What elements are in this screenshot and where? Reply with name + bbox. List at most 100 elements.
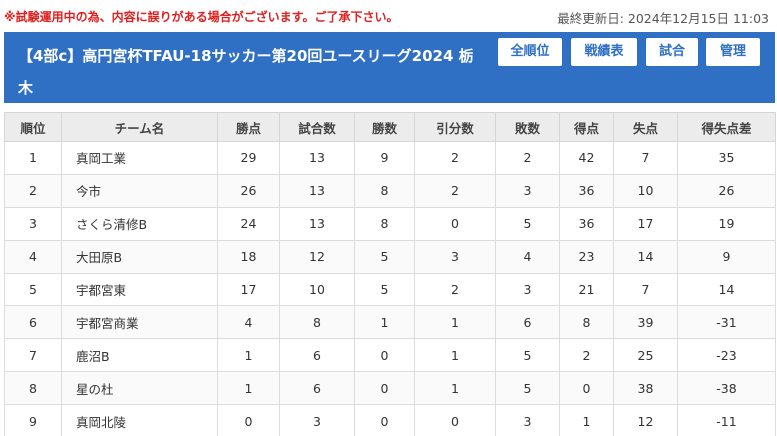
cell-team-name[interactable]: 鹿沼B bbox=[61, 338, 218, 373]
admin-button[interactable]: 管理 bbox=[706, 38, 760, 66]
table-row: 7 鹿沼B 1 6 0 1 5 2 25 -23 bbox=[4, 338, 776, 373]
cell-points: 0 bbox=[217, 404, 280, 436]
cell-played: 12 bbox=[279, 239, 355, 274]
cell-draws: 1 bbox=[414, 338, 496, 373]
cell-goals-against: 38 bbox=[613, 371, 678, 406]
cell-goals-for: 8 bbox=[559, 305, 614, 340]
col-team[interactable]: チーム名 bbox=[61, 112, 218, 142]
cell-goal-diff: 19 bbox=[677, 206, 776, 241]
table-header-row: 順位 チーム名 勝点 試合数 勝数 引分数 敗数 得点 失点 得失点差 bbox=[4, 112, 776, 142]
col-points[interactable]: 勝点 bbox=[217, 112, 280, 142]
cell-goal-diff: -11 bbox=[677, 404, 776, 436]
cell-points: 24 bbox=[217, 206, 280, 241]
col-goal-diff[interactable]: 得失点差 bbox=[677, 112, 776, 142]
cell-goal-diff: 9 bbox=[677, 239, 776, 274]
league-header: 【4部c】高円宮杯TFAU-18サッカー第20回ユースリーグ2024 栃木 全順… bbox=[4, 32, 775, 103]
cell-played: 6 bbox=[279, 338, 355, 373]
cell-wins: 8 bbox=[354, 206, 415, 241]
cell-points: 26 bbox=[217, 173, 280, 208]
col-goals-against[interactable]: 失点 bbox=[613, 112, 678, 142]
standings-table-wrap: 順位 チーム名 勝点 試合数 勝数 引分数 敗数 得点 失点 得失点差 1 真岡工… bbox=[4, 112, 776, 436]
cell-goals-against: 25 bbox=[613, 338, 678, 373]
cell-team-name[interactable]: 真岡工業 bbox=[61, 141, 218, 175]
cell-rank: 1 bbox=[4, 141, 62, 175]
table-row: 8 星の杜 1 6 0 1 5 0 38 -38 bbox=[4, 371, 776, 406]
standings-body: 1 真岡工業 29 13 9 2 2 42 7 35 2 今市 26 13 8 2 3 36 10 26 3 さくら清修B… bbox=[4, 141, 776, 436]
cell-wins: 5 bbox=[354, 239, 415, 274]
cell-rank: 6 bbox=[4, 305, 62, 340]
cell-points: 1 bbox=[217, 338, 280, 373]
table-row: 2 今市 26 13 8 2 3 36 10 26 bbox=[4, 173, 776, 208]
col-played[interactable]: 試合数 bbox=[279, 112, 355, 142]
cell-team-name[interactable]: 宇都宮商業 bbox=[61, 305, 218, 340]
cell-goal-diff: 35 bbox=[677, 141, 776, 175]
cell-played: 13 bbox=[279, 173, 355, 208]
table-row: 4 大田原B 18 12 5 3 4 23 14 9 bbox=[4, 239, 776, 274]
cell-goals-against: 12 bbox=[613, 404, 678, 436]
cell-goals-against: 14 bbox=[613, 239, 678, 274]
cell-draws: 0 bbox=[414, 404, 496, 436]
cell-goal-diff: -38 bbox=[677, 371, 776, 406]
cell-goals-against: 7 bbox=[613, 141, 678, 175]
cell-played: 13 bbox=[279, 141, 355, 175]
cell-losses: 6 bbox=[495, 305, 560, 340]
cell-wins: 1 bbox=[354, 305, 415, 340]
cell-goals-for: 1 bbox=[559, 404, 614, 436]
cell-played: 8 bbox=[279, 305, 355, 340]
col-goals-for[interactable]: 得点 bbox=[559, 112, 614, 142]
cell-goals-for: 0 bbox=[559, 371, 614, 406]
cell-team-name[interactable]: 大田原B bbox=[61, 239, 218, 274]
cell-goals-for: 2 bbox=[559, 338, 614, 373]
cell-wins: 9 bbox=[354, 141, 415, 175]
cell-draws: 2 bbox=[414, 141, 496, 175]
cell-goals-for: 23 bbox=[559, 239, 614, 274]
cell-losses: 4 bbox=[495, 239, 560, 274]
cell-draws: 3 bbox=[414, 239, 496, 274]
records-button[interactable]: 戦績表 bbox=[571, 38, 637, 66]
cell-team-name[interactable]: 星の杜 bbox=[61, 371, 218, 406]
matches-button[interactable]: 試合 bbox=[646, 38, 698, 66]
cell-goals-for: 42 bbox=[559, 141, 614, 175]
trial-notice: ※試験運用中の為、内容に誤りがある場合がございます。ご了承下さい。 bbox=[4, 10, 399, 24]
cell-points: 1 bbox=[217, 371, 280, 406]
cell-points: 18 bbox=[217, 239, 280, 274]
cell-goals-for: 21 bbox=[559, 272, 614, 307]
cell-wins: 0 bbox=[354, 338, 415, 373]
cell-losses: 5 bbox=[495, 338, 560, 373]
cell-wins: 0 bbox=[354, 371, 415, 406]
cell-team-name[interactable]: 宇都宮東 bbox=[61, 272, 218, 307]
cell-losses: 3 bbox=[495, 272, 560, 307]
cell-draws: 2 bbox=[414, 272, 496, 307]
cell-played: 10 bbox=[279, 272, 355, 307]
table-row: 6 宇都宮商業 4 8 1 1 6 8 39 -31 bbox=[4, 305, 776, 340]
cell-team-name[interactable]: 今市 bbox=[61, 173, 218, 208]
cell-rank: 4 bbox=[4, 239, 62, 274]
col-wins[interactable]: 勝数 bbox=[354, 112, 415, 142]
cell-played: 13 bbox=[279, 206, 355, 241]
cell-goal-diff: 26 bbox=[677, 173, 776, 208]
cell-draws: 1 bbox=[414, 305, 496, 340]
cell-played: 3 bbox=[279, 404, 355, 436]
cell-team-name[interactable]: 真岡北陵 bbox=[61, 404, 218, 436]
cell-goal-diff: -23 bbox=[677, 338, 776, 373]
cell-team-name[interactable]: さくら清修B bbox=[61, 206, 218, 241]
cell-wins: 8 bbox=[354, 173, 415, 208]
cell-points: 4 bbox=[217, 305, 280, 340]
last-updated: 最終更新日: 2024年12月15日 11:03 bbox=[557, 11, 769, 26]
col-draws[interactable]: 引分数 bbox=[414, 112, 496, 142]
all-ranking-button[interactable]: 全順位 bbox=[498, 38, 562, 66]
col-losses[interactable]: 敗数 bbox=[495, 112, 560, 142]
cell-wins: 5 bbox=[354, 272, 415, 307]
cell-rank: 2 bbox=[4, 173, 62, 208]
table-row: 9 真岡北陵 0 3 0 0 3 1 12 -11 bbox=[4, 404, 776, 436]
cell-losses: 3 bbox=[495, 173, 560, 208]
cell-goal-diff: -31 bbox=[677, 305, 776, 340]
cell-losses: 5 bbox=[495, 371, 560, 406]
col-rank[interactable]: 順位 bbox=[4, 112, 62, 142]
notice-bar: ※試験運用中の為、内容に誤りがある場合がございます。ご了承下さい。 最終更新日:… bbox=[0, 0, 777, 32]
cell-draws: 0 bbox=[414, 206, 496, 241]
cell-goals-against: 39 bbox=[613, 305, 678, 340]
cell-played: 6 bbox=[279, 371, 355, 406]
table-row: 3 さくら清修B 24 13 8 0 5 36 17 19 bbox=[4, 206, 776, 241]
cell-goals-for: 36 bbox=[559, 206, 614, 241]
